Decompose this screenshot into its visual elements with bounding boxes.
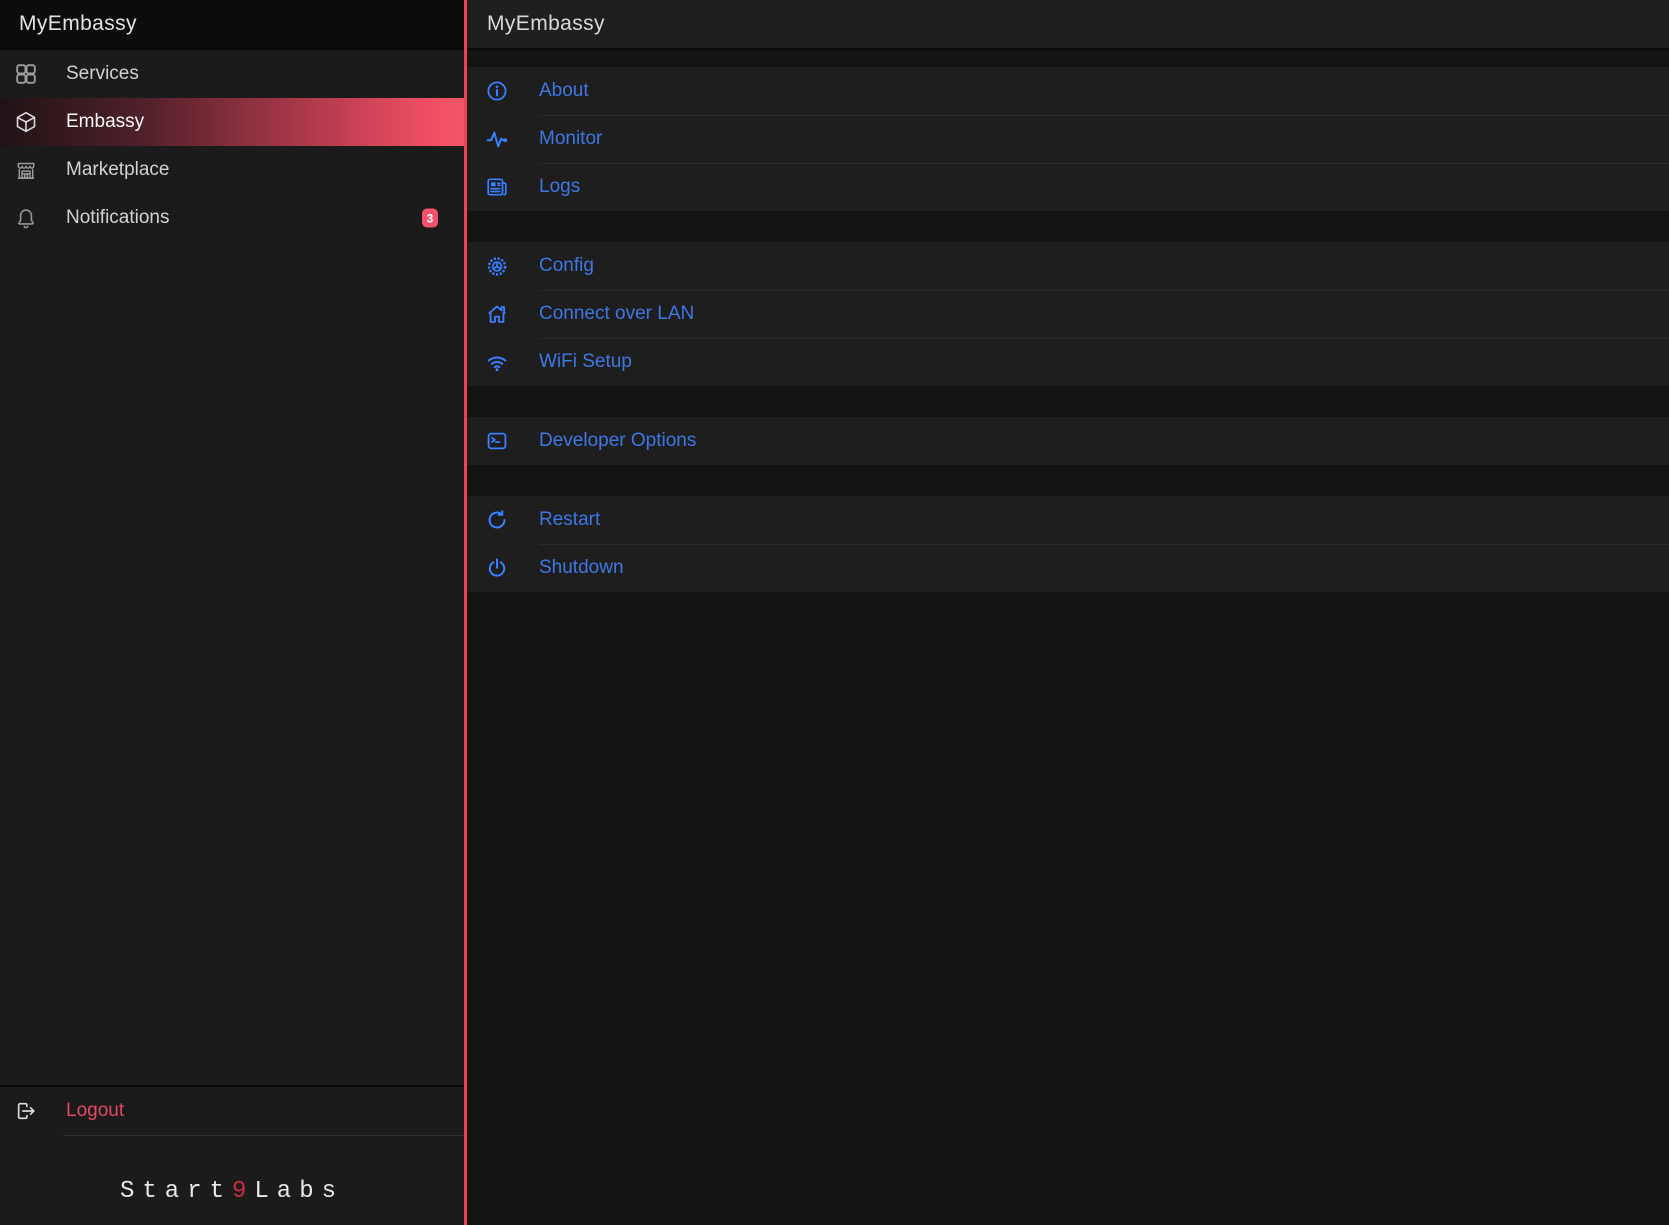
menu-item-label: Connect over LAN [539,303,694,325]
sidebar-item-label: Embassy [66,111,144,133]
main-panel: MyEmbassy About [467,0,1669,1225]
brand-accent: 9 [232,1178,254,1205]
menu-item-about[interactable]: About [467,67,1669,115]
sidebar-item-services[interactable]: Services [0,50,464,98]
menu-item-connect-lan[interactable]: Connect over LAN [467,290,1669,338]
menu-item-monitor[interactable]: Monitor [467,115,1669,163]
notification-count-badge: 3 [422,209,438,228]
sidebar-item-label: Services [66,63,139,85]
sidebar-item-label: Notifications [66,207,170,229]
home-icon [485,302,509,326]
pulse-icon [485,127,509,151]
menu-item-wifi-setup[interactable]: WiFi Setup [467,338,1669,386]
menu-item-label: About [539,80,589,102]
menu-item-logs[interactable]: Logs [467,163,1669,211]
sidebar-footer: Logout Start9 Labs [0,1085,464,1225]
storefront-icon [14,158,38,182]
menu-item-restart[interactable]: Restart [467,496,1669,544]
sidebar-item-embassy[interactable]: Embassy [0,98,464,146]
cog-icon [485,254,509,278]
logout-button[interactable]: Logout [0,1087,464,1135]
menu-item-label: Restart [539,509,600,531]
sidebar-title: MyEmbassy [19,12,137,36]
menu-group-power: Restart Shutdown [467,496,1669,592]
app-window: MyEmbassy Services [0,0,1669,1225]
bell-icon [14,206,38,230]
menu-item-label: Logs [539,176,580,198]
grid-icon [14,62,38,86]
menu-item-config[interactable]: Config [467,242,1669,290]
menu-item-shutdown[interactable]: Shutdown [467,544,1669,592]
menu-group-info: About Monitor [467,67,1669,211]
logout-icon [14,1099,38,1123]
menu-group-developer: Developer Options [467,417,1669,465]
main-toolbar: MyEmbassy [467,0,1669,50]
menu-item-label: Shutdown [539,557,624,579]
sidebar-titlebar: MyEmbassy [0,0,464,50]
wifi-icon [485,350,509,374]
menu-item-label: Developer Options [539,430,696,452]
brand-prefix: Start [120,1178,232,1205]
cube-icon [14,110,38,134]
menu-item-developer-options[interactable]: Developer Options [467,417,1669,465]
page-title: MyEmbassy [487,12,605,36]
newspaper-icon [485,175,509,199]
sidebar-nav: Services Embassy [0,50,464,242]
menu-item-label: WiFi Setup [539,351,632,373]
brand-suffix: Labs [254,1178,344,1205]
sidebar: MyEmbassy Services [0,0,464,1225]
info-circle-icon [485,79,509,103]
menu-item-label: Monitor [539,128,602,150]
brand-logo: Start9 Labs [0,1136,464,1225]
menu-item-label: Config [539,255,594,277]
power-icon [485,556,509,580]
logout-label: Logout [66,1100,124,1122]
sidebar-item-label: Marketplace [66,159,170,181]
sidebar-item-marketplace[interactable]: Marketplace [0,146,464,194]
terminal-icon [485,429,509,453]
menu-group-network: Config Connect over LAN [467,242,1669,386]
menu-content: About Monitor [467,50,1669,623]
refresh-icon [485,508,509,532]
sidebar-item-notifications[interactable]: Notifications 3 [0,194,464,242]
